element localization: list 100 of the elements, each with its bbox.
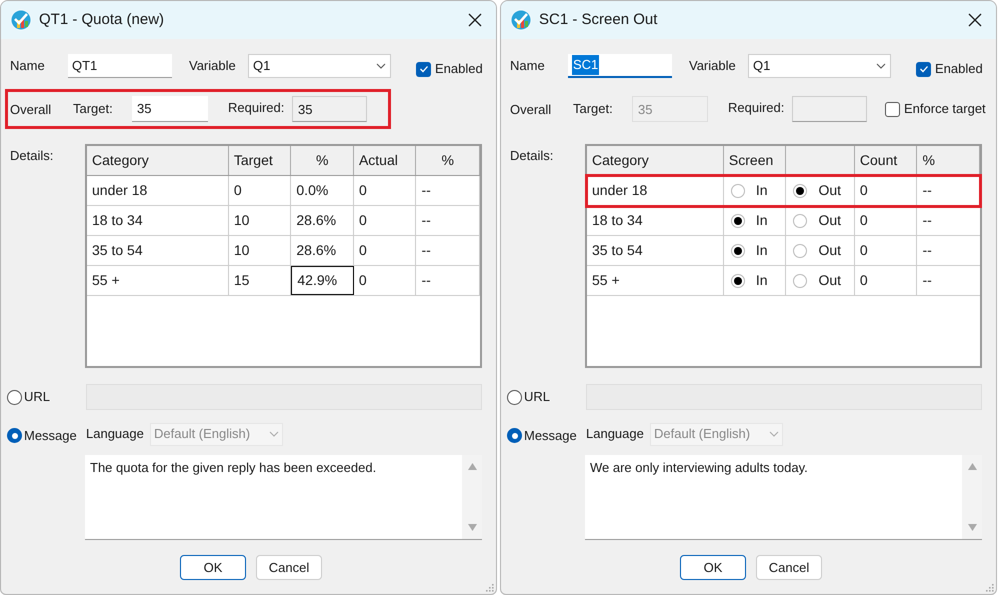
target-field[interactable]: 35 bbox=[132, 96, 208, 122]
ok-button[interactable]: OK bbox=[680, 555, 746, 580]
field-label: Variable bbox=[189, 57, 237, 76]
table-cell: 35 to 54 bbox=[587, 236, 724, 265]
radio-button[interactable] bbox=[793, 274, 808, 288]
radio-button[interactable] bbox=[793, 244, 808, 258]
table-cell: 0 bbox=[228, 176, 292, 205]
table-cell: 55 + bbox=[87, 266, 229, 295]
radio-label[interactable]: Out bbox=[818, 180, 842, 201]
field-label: Overall bbox=[10, 101, 52, 120]
close-icon[interactable] bbox=[468, 13, 482, 27]
table-cell: 0 bbox=[854, 206, 918, 235]
radio-label[interactable]: URL bbox=[524, 387, 550, 407]
app-logo-icon bbox=[11, 10, 31, 30]
table-cell-text: -- bbox=[921, 211, 933, 230]
table-cell: 55 + bbox=[587, 266, 724, 295]
column-header[interactable]: Actual bbox=[354, 146, 416, 175]
ok-button[interactable]: OK bbox=[180, 555, 246, 580]
radio-button[interactable] bbox=[507, 428, 522, 443]
radio-label[interactable]: Out bbox=[818, 270, 842, 291]
column-header[interactable]: Count bbox=[854, 146, 918, 175]
radio-button[interactable] bbox=[730, 214, 745, 228]
radio-button[interactable] bbox=[7, 428, 22, 443]
close-icon[interactable] bbox=[968, 13, 982, 27]
scroll-up-icon[interactable] bbox=[968, 463, 976, 470]
table-cell-text: -- bbox=[921, 271, 933, 290]
column-header[interactable]: % bbox=[291, 146, 354, 175]
column-header[interactable]: Category bbox=[587, 146, 724, 175]
table-cell: -- bbox=[416, 206, 480, 235]
required-field: 35 bbox=[292, 96, 367, 122]
checkbox-label[interactable]: Enforce target bbox=[904, 99, 986, 119]
caret-icon bbox=[876, 63, 886, 69]
table-cell-text: -- bbox=[921, 241, 933, 260]
field-label: Name bbox=[510, 57, 546, 76]
scroll-up-icon[interactable] bbox=[468, 463, 476, 470]
radio-label[interactable]: In bbox=[756, 180, 768, 201]
field-label: Language bbox=[586, 425, 645, 444]
table-cell: under 18 bbox=[87, 176, 229, 205]
column-header[interactable]: % bbox=[416, 146, 480, 175]
table-cell-text: -- bbox=[921, 181, 933, 200]
column-header[interactable]: Screen bbox=[724, 146, 786, 175]
column-header[interactable]: Category bbox=[87, 146, 229, 175]
resize-grip-icon[interactable] bbox=[984, 582, 994, 592]
checkbox[interactable] bbox=[416, 62, 431, 76]
cancel-button[interactable]: Cancel bbox=[756, 555, 822, 580]
radio-label[interactable]: In bbox=[756, 240, 768, 261]
column-header[interactable]: Target bbox=[228, 146, 292, 175]
table-cell: -- bbox=[416, 266, 480, 295]
radio-label[interactable]: URL bbox=[24, 387, 50, 407]
table-cell: 0 bbox=[354, 206, 416, 235]
window-title: QT1 - Quota (new) bbox=[39, 10, 166, 30]
table-cell: 42.9% bbox=[291, 266, 354, 295]
scroll-down-icon[interactable] bbox=[468, 524, 476, 531]
caret-icon bbox=[769, 431, 779, 437]
field-label: Target: bbox=[573, 100, 614, 118]
radio-button[interactable] bbox=[730, 274, 745, 288]
checkbox[interactable] bbox=[885, 102, 900, 116]
name-field[interactable]: QT1 bbox=[68, 54, 172, 78]
radio-button[interactable] bbox=[507, 390, 522, 404]
field-label: Details: bbox=[510, 147, 554, 165]
message-textarea[interactable]: The quota for the given reply has been exceeded. bbox=[85, 455, 482, 540]
radio-label[interactable]: In bbox=[756, 210, 768, 231]
table-cell: 28.6% bbox=[291, 236, 354, 265]
message-text: We are only interviewing adults today. bbox=[589, 459, 809, 477]
field-label: Target: bbox=[73, 100, 114, 118]
table-cell: 0 bbox=[354, 236, 416, 265]
table-cell: 10 bbox=[228, 236, 292, 265]
radio-label[interactable]: In bbox=[756, 270, 768, 291]
field-label: Details: bbox=[10, 147, 54, 165]
table-cell: 0 bbox=[854, 236, 918, 265]
radio-button[interactable] bbox=[793, 214, 808, 228]
checkbox-label[interactable]: Enabled bbox=[935, 59, 983, 79]
radio-button[interactable] bbox=[730, 244, 745, 258]
radio-label[interactable]: Out bbox=[818, 240, 842, 261]
table-cell: 15 bbox=[228, 266, 292, 295]
scroll-down-icon[interactable] bbox=[968, 524, 976, 531]
resize-grip-icon[interactable] bbox=[484, 582, 494, 592]
radio-button[interactable] bbox=[793, 184, 808, 198]
table-cell: under 18 bbox=[587, 176, 724, 205]
cancel-button[interactable]: Cancel bbox=[256, 555, 322, 580]
field-label: Required: bbox=[728, 98, 786, 117]
radio-button[interactable] bbox=[730, 184, 745, 198]
message-text: The quota for the given reply has been exceeded. bbox=[89, 459, 378, 477]
checkbox-label[interactable]: Enabled bbox=[435, 59, 483, 79]
radio-label[interactable]: Message bbox=[24, 426, 77, 446]
variable-dropdown[interactable]: Q1 bbox=[748, 54, 891, 78]
radio-label[interactable]: Out bbox=[818, 210, 842, 231]
check-icon bbox=[918, 64, 928, 74]
radio-label[interactable]: Message bbox=[524, 426, 577, 446]
message-textarea[interactable]: We are only interviewing adults today. bbox=[585, 455, 982, 540]
name-field[interactable]: SC1 bbox=[568, 54, 672, 78]
variable-dropdown[interactable]: Q1 bbox=[248, 54, 391, 78]
column-header[interactable]: % bbox=[917, 146, 980, 175]
radio-button[interactable] bbox=[7, 390, 22, 404]
checkbox[interactable] bbox=[916, 62, 931, 76]
table-cell: 35 to 54 bbox=[87, 236, 229, 265]
table-cell: 0 bbox=[854, 176, 918, 205]
caret-icon bbox=[269, 431, 279, 437]
table-cell: 0 bbox=[354, 176, 416, 205]
table-cell: 0 bbox=[854, 266, 918, 295]
